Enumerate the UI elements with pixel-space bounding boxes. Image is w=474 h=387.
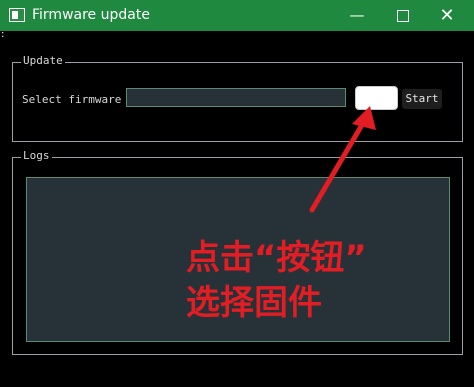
annotation-line-2: 选择固件 <box>186 283 322 323</box>
title-bar[interactable]: Firmware update — ✕ <box>0 0 474 31</box>
arrow-shaft <box>309 115 369 213</box>
annotation-arrow <box>309 106 376 213</box>
annotation-line-1: 点击“按钮” <box>186 238 367 278</box>
minimize-button[interactable]: — <box>334 0 380 31</box>
app-icon <box>9 8 25 22</box>
start-button[interactable]: Start <box>402 89 442 109</box>
close-button[interactable]: ✕ <box>424 0 470 31</box>
maximize-icon <box>397 9 409 22</box>
maximize-button[interactable] <box>380 0 426 31</box>
arrow-head <box>352 106 376 130</box>
window-title: Firmware update <box>32 7 150 23</box>
menu-indicator: : <box>1 29 5 40</box>
select-firmware-label: Select firmware <box>22 93 122 106</box>
update-group-title: Update <box>21 54 65 67</box>
logs-group-title: Logs <box>21 149 52 162</box>
